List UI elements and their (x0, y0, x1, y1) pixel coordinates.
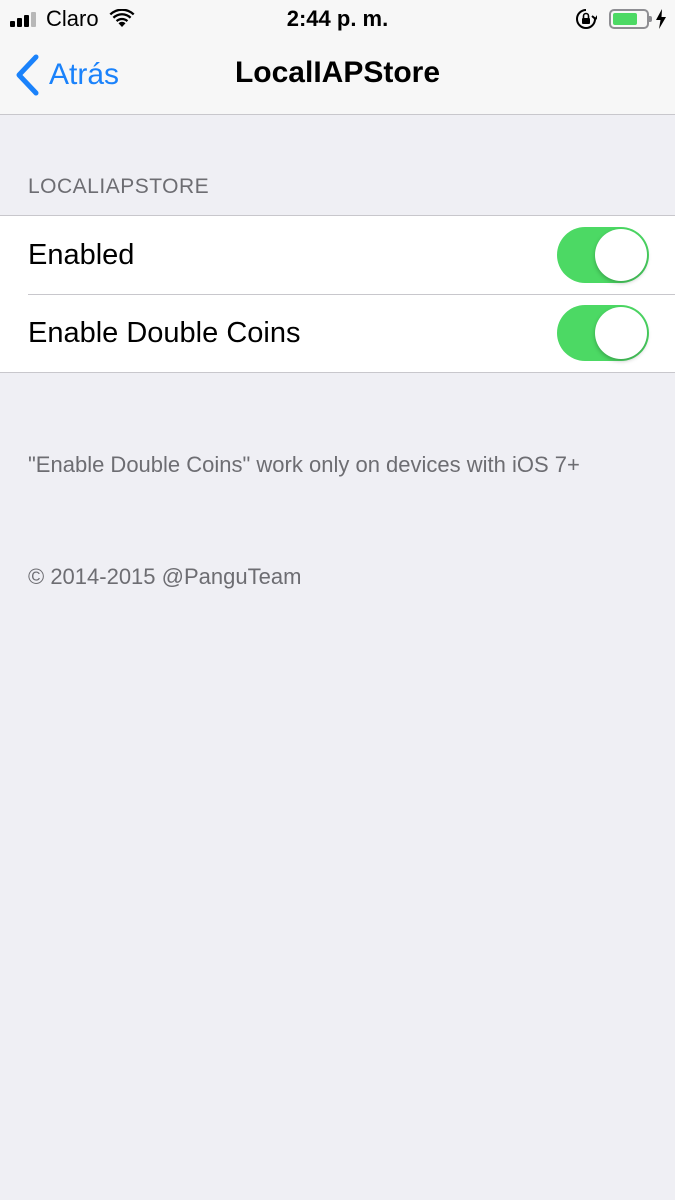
status-right (575, 6, 667, 32)
double-coins-toggle[interactable] (557, 305, 649, 361)
toggle-knob (595, 307, 647, 359)
status-time: 2:44 p. m. (286, 6, 389, 31)
enabled-toggle[interactable] (557, 227, 649, 283)
battery-level-fill (613, 13, 637, 25)
setting-row-enabled: Enabled (0, 216, 675, 294)
toggle-knob (595, 229, 647, 281)
navigation-bar: Atrás LocalIAPStore (0, 40, 675, 115)
settings-group: Enabled Enable Double Coins (0, 215, 675, 373)
setting-row-double-coins: Enable Double Coins (0, 294, 675, 372)
setting-label-double-coins: Enable Double Coins (28, 316, 301, 349)
status-bar: Claro 2:44 p. m. (0, 0, 675, 40)
setting-label-enabled: Enabled (28, 238, 135, 271)
charging-bolt-icon (656, 9, 666, 29)
copyright-text: © 2014-2015 @PanguTeam (28, 564, 302, 589)
section-footer-note: "Enable Double Coins" work only on devic… (28, 452, 580, 477)
battery-icon (609, 9, 652, 29)
section-header: LOCALIAPSTORE (28, 175, 210, 198)
orientation-lock-icon (576, 9, 597, 29)
page-title: LocalIAPStore (234, 56, 441, 89)
